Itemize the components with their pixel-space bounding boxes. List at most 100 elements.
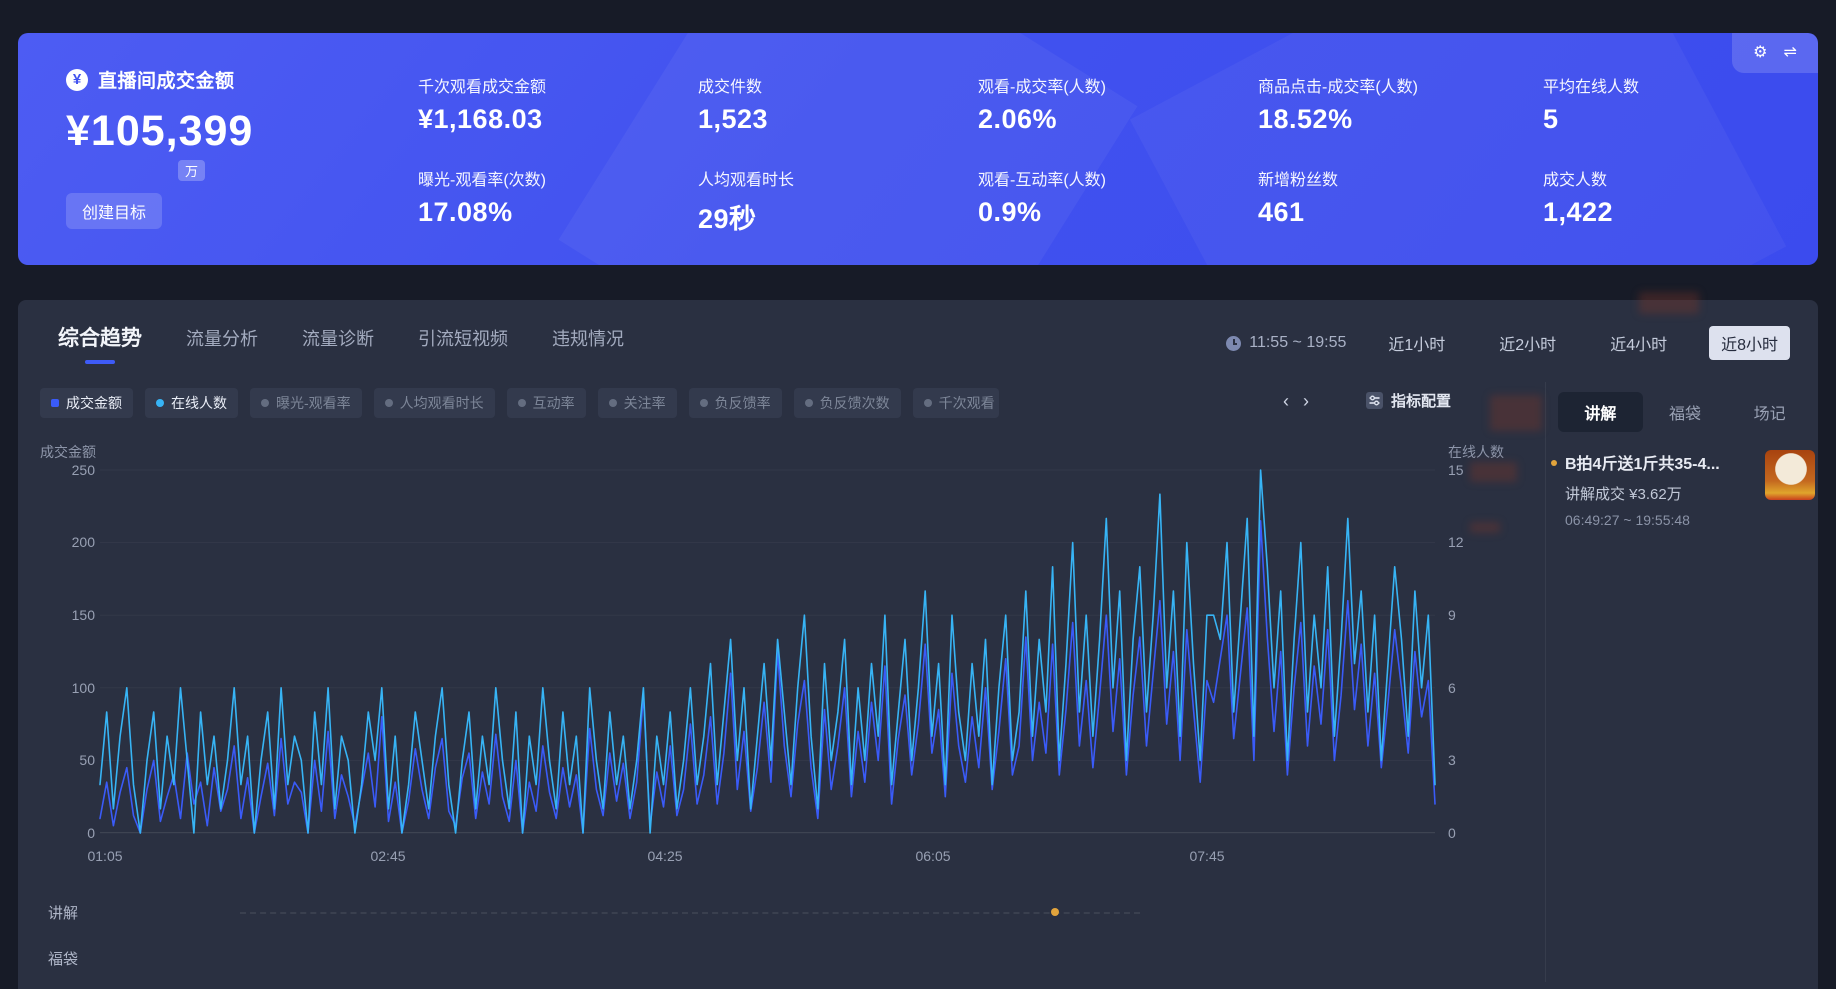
metric-label: 千次观看成交金额	[418, 73, 698, 97]
y-left-tick: 0	[35, 825, 95, 841]
blue-dot-icon	[51, 399, 59, 407]
pill-label: 成交金额	[66, 393, 122, 413]
product-thumbnail[interactable]	[1765, 450, 1815, 500]
marker-row-explain-label: 讲解	[48, 902, 78, 923]
pill-scroller: ‹ ›	[1283, 392, 1309, 410]
metric-cell: 平均在线人数 5	[1543, 73, 1783, 166]
gray-dot-icon	[924, 399, 932, 407]
range-1h-button[interactable]: 近1小时	[1376, 326, 1457, 360]
metric-value: 461	[1258, 197, 1543, 228]
y-right-tick: 0	[1448, 825, 1456, 841]
y-right-tick: 9	[1448, 607, 1456, 623]
metric-value: 5	[1543, 104, 1783, 135]
metric-cell: 曝光-观看率(次数) 17.08%	[418, 166, 698, 259]
summary-banner: ⚙ ⇌ ¥ 直播间成交金额 ¥105,399 万 创建目标 千次观看成交金额 ¥…	[18, 33, 1818, 265]
banner-corner-actions: ⚙ ⇌	[1732, 33, 1818, 73]
gray-dot-icon	[700, 399, 708, 407]
banner-main-value: ¥105,399	[66, 107, 253, 156]
y-right-tick: 6	[1448, 680, 1456, 696]
tab-overall-trend[interactable]: 综合趋势	[58, 322, 142, 352]
metric-pills: 成交金额 在线人数 曝光-观看率 人均观看时长 互动率 关注率	[40, 388, 1280, 418]
clock-icon	[1226, 336, 1241, 351]
time-range-display: 11:55 ~ 19:55	[1249, 334, 1346, 352]
pill-label: 互动率	[533, 393, 575, 413]
banner-title: 直播间成交金额	[98, 66, 235, 93]
metric-cell: 观看-互动率(人数) 0.9%	[978, 166, 1258, 259]
blur-artifact	[1470, 462, 1517, 482]
blur-artifact	[1490, 395, 1542, 431]
tab-traffic-diagnosis[interactable]: 流量诊断	[302, 325, 374, 351]
side-tab-explain[interactable]: 讲解	[1558, 392, 1643, 432]
metric-label: 观看-成交率(人数)	[978, 73, 1258, 97]
gray-dot-icon	[385, 399, 393, 407]
pill-interaction-rate[interactable]: 互动率	[507, 388, 586, 418]
scroll-right-icon[interactable]: ›	[1303, 392, 1309, 410]
side-tab-log[interactable]: 场记	[1727, 392, 1812, 432]
metric-cell: 千次观看成交金额 ¥1,168.03	[418, 73, 698, 166]
y-left-tick: 150	[35, 607, 95, 623]
blur-artifact	[1470, 522, 1500, 533]
gray-dot-icon	[518, 399, 526, 407]
tab-violations[interactable]: 违规情况	[552, 325, 624, 351]
metric-value: 2.06%	[978, 104, 1258, 135]
yen-circle-icon: ¥	[66, 69, 88, 91]
tab-traffic-analysis[interactable]: 流量分析	[186, 325, 258, 351]
scroll-left-icon[interactable]: ‹	[1283, 392, 1289, 410]
trend-panel: 综合趋势 流量分析 流量诊断 引流短视频 违规情况 11:55 ~ 19:55 …	[18, 300, 1818, 989]
pill-per-thousand-views[interactable]: 千次观看	[913, 388, 999, 418]
y-right-tick: 3	[1448, 752, 1456, 768]
metric-config-button[interactable]: 指标配置	[1366, 390, 1451, 411]
pill-gmv[interactable]: 成交金额	[40, 388, 133, 418]
trend-chart-svg	[100, 470, 1435, 833]
pill-avg-watch-time[interactable]: 人均观看时长	[374, 388, 495, 418]
tab-short-video[interactable]: 引流短视频	[418, 325, 508, 351]
metric-value: 17.08%	[418, 197, 698, 228]
metric-value: 18.52%	[1258, 104, 1543, 135]
range-2h-button[interactable]: 近2小时	[1487, 326, 1568, 360]
pill-exposure-view-rate[interactable]: 曝光-观看率	[250, 388, 362, 418]
metric-cell: 成交人数 1,422	[1543, 166, 1783, 259]
metric-label: 人均观看时长	[698, 166, 978, 190]
metric-label: 成交人数	[1543, 166, 1783, 190]
y-right-tick: 12	[1448, 534, 1464, 550]
banner-unit-badge: 万	[178, 160, 205, 181]
create-goal-button[interactable]: 创建目标	[66, 193, 162, 229]
pill-online-users[interactable]: 在线人数	[145, 388, 238, 418]
explain-marker-dot[interactable]	[1051, 908, 1059, 916]
metric-value: 0.9%	[978, 197, 1258, 228]
pill-label: 千次观看	[939, 393, 995, 413]
swap-icon[interactable]: ⇌	[1783, 45, 1796, 61]
pill-follow-rate[interactable]: 关注率	[598, 388, 677, 418]
pill-negative-feedback-rate[interactable]: 负反馈率	[689, 388, 782, 418]
dashboard-screen: ⚙ ⇌ ¥ 直播间成交金额 ¥105,399 万 创建目标 千次观看成交金额 ¥…	[0, 0, 1836, 989]
metric-label: 商品点击-成交率(人数)	[1258, 73, 1543, 97]
gear-icon[interactable]: ⚙	[1753, 45, 1767, 61]
metric-label: 新增粉丝数	[1258, 166, 1543, 190]
pill-label: 曝光-观看率	[276, 393, 351, 413]
metric-value: 1,422	[1543, 197, 1783, 228]
banner-metrics-grid: 千次观看成交金额 ¥1,168.03 成交件数 1,523 观看-成交率(人数)…	[418, 73, 1808, 259]
product-title[interactable]: B拍4斤送1斤共35-4...	[1565, 450, 1743, 474]
x-tick: 04:25	[647, 848, 682, 864]
pill-negative-feedback-count[interactable]: 负反馈次数	[794, 388, 901, 418]
trend-chart[interactable]	[100, 470, 1435, 833]
metric-cell: 人均观看时长 29秒	[698, 166, 978, 259]
sliders-icon	[1366, 392, 1383, 409]
pill-label: 关注率	[624, 393, 666, 413]
metric-config-label: 指标配置	[1391, 390, 1451, 411]
side-panel-tabs: 讲解 福袋 场记	[1558, 392, 1812, 432]
gray-dot-icon	[261, 399, 269, 407]
panel-tabs: 综合趋势 流量分析 流量诊断 引流短视频 违规情况	[58, 322, 624, 352]
marker-row-luckybag-label: 福袋	[48, 948, 78, 969]
cyan-dot-icon	[156, 399, 164, 407]
metric-cell: 商品点击-成交率(人数) 18.52%	[1258, 73, 1543, 166]
pill-label: 人均观看时长	[400, 393, 484, 413]
banner-main-metric: ¥ 直播间成交金额 ¥105,399 万 创建目标	[66, 61, 253, 229]
side-tab-luckybag[interactable]: 福袋	[1643, 392, 1728, 432]
range-4h-button[interactable]: 近4小时	[1598, 326, 1679, 360]
metric-cell: 新增粉丝数 461	[1258, 166, 1543, 259]
side-panel-divider	[1545, 382, 1546, 982]
pill-label: 在线人数	[171, 393, 227, 413]
range-8h-button[interactable]: 近8小时	[1709, 326, 1790, 360]
explain-list-item[interactable]: B拍4斤送1斤共35-4... 讲解成交 ¥3.62万 06:49:27 ~ 1…	[1551, 450, 1823, 528]
